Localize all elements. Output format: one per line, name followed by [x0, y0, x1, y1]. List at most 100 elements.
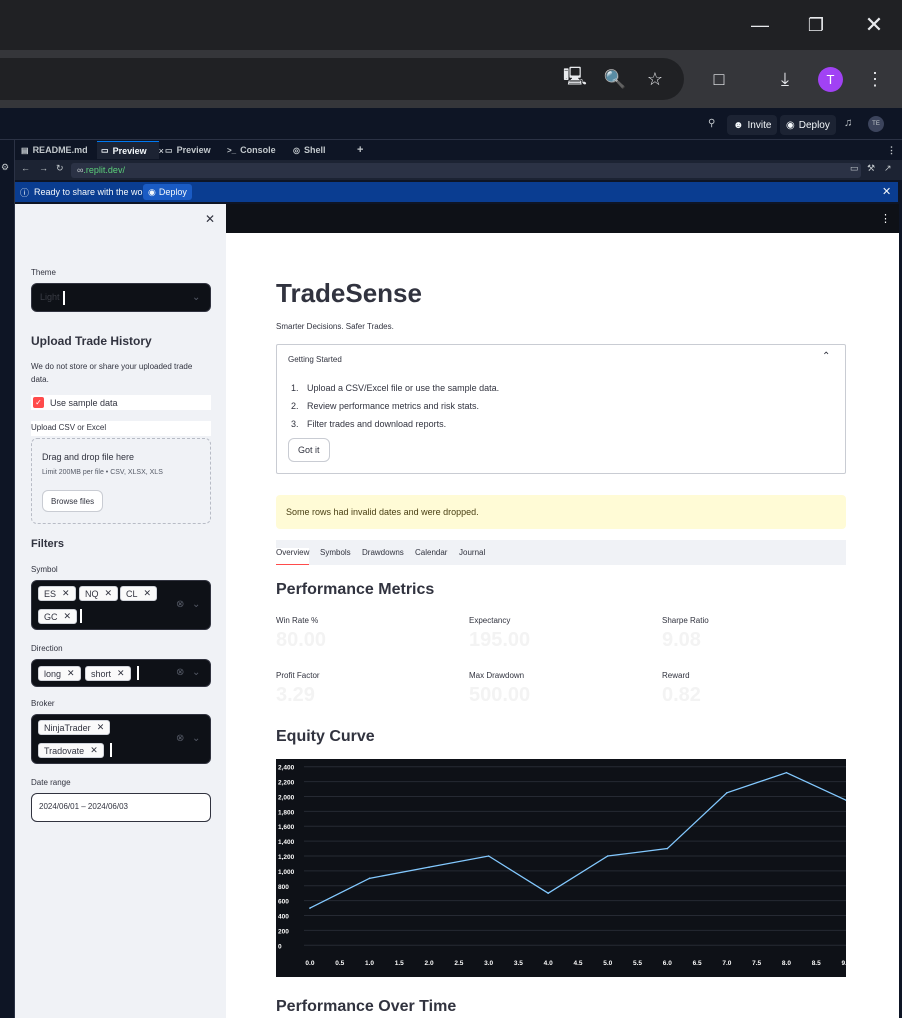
- direction-chip[interactable]: long ✕: [38, 666, 81, 681]
- tab-calendar[interactable]: Calendar: [415, 548, 447, 557]
- x-tick-label: 2.5: [454, 960, 463, 967]
- theme-select[interactable]: Light ⌄: [31, 283, 211, 312]
- browse-files-button[interactable]: Browse files: [42, 490, 104, 512]
- devtools-icon[interactable]: ⚒: [867, 163, 875, 174]
- preview-url-field[interactable]: ∞.replit.dev/: [71, 163, 861, 178]
- remove-chip-icon[interactable]: ✕: [62, 588, 70, 599]
- tab-console[interactable]: >_ Console: [223, 141, 280, 159]
- settings-gear-icon[interactable]: ⚙: [1, 162, 9, 173]
- back-icon[interactable]: ←: [21, 163, 30, 173]
- symbol-label: Symbol: [31, 565, 58, 574]
- install-app-icon[interactable]: 🖳: [562, 66, 588, 92]
- symbol-chip[interactable]: NQ ✕: [79, 586, 119, 601]
- invite-button[interactable]: ☻ Invite: [727, 115, 778, 135]
- clear-all-icon[interactable]: ⊗: [176, 599, 184, 610]
- search-icon[interactable]: ⚲: [708, 118, 715, 129]
- zoom-icon[interactable]: 🔍: [602, 66, 628, 92]
- symbol-chip[interactable]: ES ✕: [38, 586, 76, 601]
- upload-label: Upload CSV or Excel: [31, 421, 211, 436]
- broker-chip[interactable]: NinjaTrader ✕: [38, 720, 111, 735]
- sample-data-checkbox[interactable]: ✓ Use sample data: [31, 395, 211, 410]
- sample-data-label: Use sample data: [50, 397, 118, 408]
- step-text: Review performance metrics and risk stat…: [307, 401, 480, 411]
- user-avatar[interactable]: TE: [868, 116, 884, 132]
- x-tick-label: 6.0: [663, 960, 672, 967]
- page-title: TradeSense: [276, 278, 422, 308]
- equity-chart[interactable]: 0 200 400 600 800 1,000 1,200 1,400 1,600 1,800 2,…: [276, 759, 846, 977]
- remove-chip-icon[interactable]: ✕: [90, 745, 98, 756]
- share-banner: ⓘ Ready to share with the world? ◉ Deploy…: [15, 182, 898, 202]
- clear-all-icon[interactable]: ⊗: [176, 667, 184, 678]
- symbol-chip[interactable]: GC ✕: [38, 609, 78, 624]
- y-tick-label: 400: [278, 914, 289, 921]
- broker-label: Broker: [31, 699, 55, 708]
- direction-multiselect[interactable]: long ✕ short ✕ ⊗ ⌄: [31, 659, 211, 687]
- broker-multiselect[interactable]: NinjaTrader ✕ Tradovate ✕ ⊗ ⌄: [31, 714, 211, 764]
- tab-drawdowns[interactable]: Drawdowns: [362, 548, 404, 557]
- tabs-menu-icon[interactable]: ⋮: [883, 141, 900, 159]
- profile-avatar[interactable]: T: [818, 67, 843, 92]
- tab-journal[interactable]: Journal: [459, 548, 485, 557]
- close-banner-icon[interactable]: ✕: [882, 185, 891, 198]
- x-tick-label: 8.5: [812, 960, 821, 967]
- close-window-icon[interactable]: ✕: [857, 8, 891, 42]
- browser-titlebar: — ❐ ✕: [0, 0, 902, 50]
- step-list: 1. Upload a CSV/Excel file or use the sam…: [291, 379, 499, 433]
- tab-preview-active[interactable]: ▭ Preview ×: [97, 141, 164, 159]
- remove-chip-icon[interactable]: ✕: [97, 722, 105, 733]
- forward-icon[interactable]: →: [39, 163, 48, 173]
- tab-bar: Overview Symbols Drawdowns Calendar Jour…: [276, 540, 846, 565]
- remove-chip-icon[interactable]: ✕: [144, 588, 152, 599]
- tab-symbols[interactable]: Symbols: [320, 548, 351, 557]
- equity-point: [726, 791, 728, 794]
- y-tick-label: 0: [278, 943, 282, 950]
- deploy-label: Deploy: [798, 119, 830, 131]
- metric-value: 0.82: [662, 684, 701, 706]
- info-icon: ⓘ: [20, 188, 30, 198]
- remove-chip-icon[interactable]: ✕: [117, 668, 125, 679]
- x-tick-label: 3.5: [514, 960, 523, 967]
- direction-chip[interactable]: short ✕: [85, 666, 131, 681]
- workspace-tabs: ▤ README.md ▭ Preview × ▭ Preview >_ Console …: [15, 140, 902, 160]
- bookmark-star-icon[interactable]: ☆: [642, 66, 668, 92]
- tab-readme[interactable]: ▤ README.md: [17, 141, 92, 159]
- tab-preview[interactable]: ▭ Preview: [161, 141, 215, 159]
- broker-chip[interactable]: Tradovate ✕: [38, 743, 104, 758]
- remove-chip-icon[interactable]: ✕: [105, 588, 113, 599]
- metric-label: Sharpe Ratio: [662, 616, 709, 625]
- step-number: 3.: [291, 419, 299, 429]
- equity-point: [309, 907, 311, 909]
- tab-shell[interactable]: ◎ Shell: [289, 141, 330, 159]
- file-dropzone[interactable]: Drag and drop file here Limit 200MB per …: [31, 438, 211, 524]
- share-deploy-button[interactable]: ◉ Deploy: [143, 184, 192, 200]
- date-range-input[interactable]: 2024/06/01 – 2024/06/03: [31, 793, 211, 822]
- device-icon[interactable]: ▭: [850, 163, 859, 174]
- reload-icon[interactable]: ↻: [56, 163, 64, 174]
- warning-alert: Some rows had invalid dates and were dro…: [276, 495, 846, 529]
- extensions-icon[interactable]: □: [706, 66, 732, 92]
- main-menu-icon[interactable]: ⋮: [880, 212, 891, 225]
- clear-all-icon[interactable]: ⊗: [176, 733, 184, 744]
- minimize-icon[interactable]: —: [743, 8, 777, 42]
- replit-header: ⚲ ☻ Invite ◉ Deploy ♫ TE: [0, 108, 902, 140]
- notification-bell-icon[interactable]: ♫: [844, 117, 852, 129]
- deploy-button[interactable]: ◉ Deploy: [780, 115, 836, 135]
- step-text: Upload a CSV/Excel file or use the sampl…: [307, 383, 500, 393]
- open-external-icon[interactable]: ↗: [884, 163, 892, 174]
- chip-label: Tradovate: [44, 745, 85, 756]
- new-tab-button[interactable]: +: [353, 141, 367, 159]
- chevron-down-icon[interactable]: ⌄: [192, 667, 200, 678]
- expander-header[interactable]: Getting Started ⌃: [277, 345, 845, 375]
- menu-icon[interactable]: ⋮: [862, 66, 888, 92]
- chevron-down-icon[interactable]: ⌄: [192, 599, 200, 610]
- restore-icon[interactable]: ❐: [799, 8, 833, 42]
- tab-overview[interactable]: Overview: [276, 548, 310, 565]
- remove-chip-icon[interactable]: ✕: [67, 668, 75, 679]
- symbol-multiselect[interactable]: ES ✕ NQ ✕ CL ✕ GC ✕ ⊗ ⌄: [31, 580, 211, 630]
- remove-chip-icon[interactable]: ✕: [64, 611, 72, 622]
- chevron-down-icon[interactable]: ⌄: [192, 733, 200, 744]
- got-it-button[interactable]: Got it: [288, 438, 330, 462]
- symbol-chip[interactable]: CL ✕: [120, 586, 158, 601]
- close-sidebar-icon[interactable]: ✕: [205, 212, 215, 226]
- download-icon[interactable]: ⤓: [772, 66, 798, 92]
